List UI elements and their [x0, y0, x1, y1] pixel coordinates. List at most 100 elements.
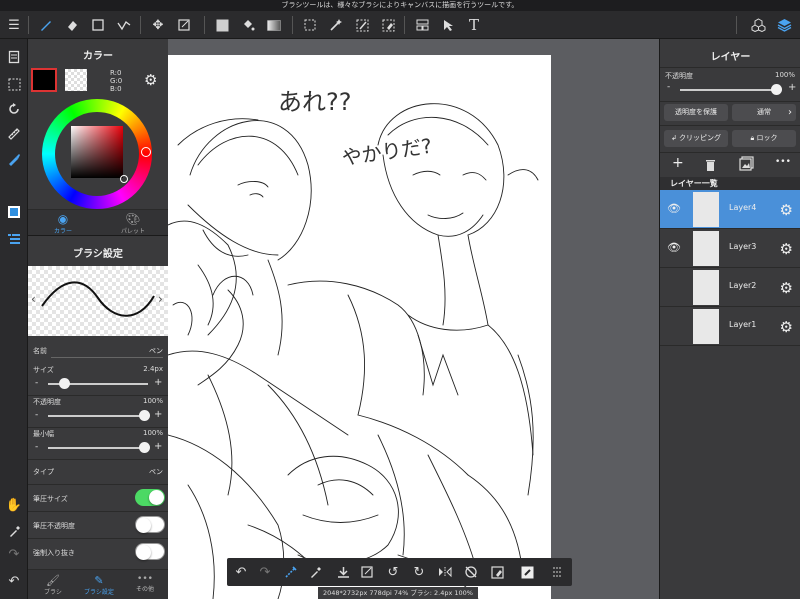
tab-brush[interactable]: 🖌︎ ブラシ	[30, 574, 76, 596]
redo-side-icon[interactable]: ↷	[4, 544, 24, 564]
materials-icon[interactable]	[748, 15, 768, 35]
marquee-icon[interactable]	[300, 15, 320, 35]
rotate-right-icon[interactable]: ↻	[409, 562, 429, 582]
minwidth-minus-button[interactable]: -	[35, 442, 38, 452]
pressure-opacity-toggle[interactable]	[135, 516, 165, 533]
protect-transparency-button[interactable]: 透明度を保護	[664, 104, 728, 121]
undo-side-icon[interactable]: ↶	[4, 571, 24, 591]
opacity-minus-button[interactable]: -	[35, 410, 38, 420]
layer-thumbnail	[693, 309, 719, 344]
lock-button[interactable]: 🔒︎ ロック	[732, 130, 796, 147]
bucket-icon[interactable]	[238, 15, 258, 35]
drag-handle-icon[interactable]	[547, 562, 567, 582]
layer-row-1[interactable]: Layer1 ⚙	[660, 307, 800, 346]
layout-icon[interactable]	[412, 15, 432, 35]
select-pen-icon[interactable]	[352, 15, 372, 35]
fill-layer-icon[interactable]	[517, 562, 537, 582]
pressure-size-toggle[interactable]	[135, 489, 165, 506]
tab-brush-settings[interactable]: ✎ ブラシ設定	[76, 574, 122, 596]
layer-opacity-plus-button[interactable]: +	[788, 82, 796, 93]
hand-icon[interactable]: ✋	[4, 495, 24, 515]
force-taper-toggle[interactable]	[135, 543, 165, 560]
add-layer-icon[interactable]: +	[672, 155, 684, 171]
eye-icon[interactable]: 👁︎	[666, 241, 682, 255]
eyedropper-icon[interactable]	[4, 521, 24, 541]
layer-settings-gear-icon[interactable]: ⚙	[780, 318, 793, 336]
brush-settings-icon[interactable]	[4, 149, 24, 169]
select-rect-icon[interactable]	[88, 15, 108, 35]
layer-list-icon[interactable]	[4, 229, 24, 249]
lasso-fill-icon[interactable]	[281, 562, 301, 582]
save-download-icon[interactable]	[333, 562, 353, 582]
minwidth-slider[interactable]	[48, 447, 148, 449]
layers-icon[interactable]	[774, 15, 794, 35]
opacity-slider[interactable]	[48, 415, 148, 417]
menu-icon[interactable]: ☰	[4, 15, 24, 35]
prev-brush-chevron-icon[interactable]: ‹	[31, 292, 36, 306]
blend-mode-button[interactable]: 通常 ›	[732, 104, 796, 121]
minwidth-plus-button[interactable]: +	[154, 441, 162, 452]
color-swatch-icon[interactable]	[4, 202, 24, 222]
saturation-value-square[interactable]	[71, 126, 123, 178]
palette-icon: 🎨︎	[125, 212, 141, 226]
next-brush-chevron-icon[interactable]: ›	[158, 292, 163, 306]
redo-icon[interactable]: ↷	[255, 562, 275, 582]
layer-row-3[interactable]: 👁︎ Layer3 ⚙	[660, 229, 800, 268]
size-plus-button[interactable]: +	[154, 377, 162, 388]
eye-icon[interactable]: 👁︎	[666, 202, 682, 216]
trash-icon[interactable]	[705, 157, 716, 176]
hue-picker-handle[interactable]	[141, 147, 151, 157]
document-icon[interactable]	[4, 47, 24, 67]
primary-color-swatch[interactable]	[31, 68, 57, 92]
clipping-button[interactable]: ↲ クリッピング	[664, 130, 728, 147]
layer-image-icon[interactable]	[739, 156, 754, 175]
selection-toggle-icon[interactable]	[4, 74, 24, 94]
sv-picker-handle[interactable]	[120, 175, 128, 183]
layer-opacity-slider-knob[interactable]	[771, 84, 782, 95]
pen-path-icon[interactable]	[114, 15, 134, 35]
tab-other[interactable]: ••• その他	[122, 574, 168, 593]
minwidth-slider-knob[interactable]	[139, 442, 150, 453]
brush-settings-panel: ブラシ設定 ‹ › 名前 ペン サイズ 2.4px - + 不透明度 100% …	[28, 235, 168, 599]
text-icon[interactable]: T	[464, 15, 484, 35]
color-settings-gear-icon[interactable]: ⚙	[144, 71, 157, 89]
layer-more-icon[interactable]: •••	[775, 157, 791, 167]
brush-type-row[interactable]: タイプ ペン	[28, 462, 168, 484]
gradient-icon[interactable]	[264, 15, 284, 35]
secondary-color-swatch[interactable]	[65, 69, 87, 91]
layer-settings-gear-icon[interactable]: ⚙	[780, 240, 793, 258]
layer-row-4[interactable]: 👁︎ Layer4 ⚙	[660, 190, 800, 229]
tab-color[interactable]: ◉ カラー	[46, 212, 80, 235]
reset-rotation-icon[interactable]	[461, 562, 481, 582]
layer-settings-gear-icon[interactable]: ⚙	[780, 279, 793, 297]
move-icon[interactable]: ✥	[148, 15, 168, 35]
transform-icon[interactable]	[174, 15, 194, 35]
clear-layer-icon[interactable]	[487, 562, 507, 582]
flip-horizontal-icon[interactable]	[435, 562, 455, 582]
pointer-select-icon[interactable]	[438, 15, 458, 35]
brush-icon[interactable]	[36, 15, 56, 35]
rotate-left-icon[interactable]: ↺	[383, 562, 403, 582]
layer-row-2[interactable]: Layer2 ⚙	[660, 268, 800, 307]
rotate-icon[interactable]	[4, 99, 24, 119]
opacity-slider-knob[interactable]	[139, 410, 150, 421]
ruler-icon[interactable]	[4, 124, 24, 144]
quick-eyedropper-icon[interactable]	[305, 562, 325, 582]
brush-opacity-row: 不透明度 100% - +	[28, 397, 168, 427]
size-slider-knob[interactable]	[58, 378, 70, 389]
tab-palette[interactable]: 🎨︎ パレット	[116, 212, 150, 235]
brush-name-row[interactable]: 名前 ペン	[28, 344, 168, 358]
magic-wand-icon[interactable]	[326, 15, 346, 35]
layer-opacity-minus-button[interactable]: -	[667, 82, 670, 92]
fill-color-icon[interactable]	[212, 15, 232, 35]
undo-icon[interactable]: ↶	[231, 562, 251, 582]
layer-opacity-slider[interactable]	[680, 89, 780, 91]
select-eraser-icon[interactable]	[378, 15, 398, 35]
hue-ring[interactable]	[42, 99, 152, 209]
eraser-icon[interactable]	[62, 15, 82, 35]
size-minus-button[interactable]: -	[35, 378, 38, 388]
drawing-canvas[interactable]: あれ?? やかりだ?	[168, 55, 551, 599]
opacity-plus-button[interactable]: +	[154, 409, 162, 420]
layer-settings-gear-icon[interactable]: ⚙	[780, 201, 793, 219]
quick-transform-icon[interactable]	[357, 562, 377, 582]
